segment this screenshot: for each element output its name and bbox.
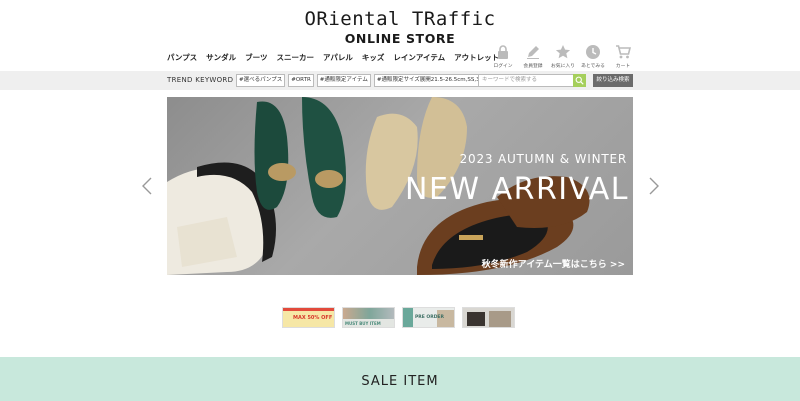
cart-icon bbox=[616, 45, 631, 59]
login-link[interactable]: ログイン bbox=[488, 44, 518, 69]
favorites-label: お気に入り bbox=[551, 64, 575, 69]
search-button[interactable] bbox=[573, 74, 586, 87]
trend-keyword-title: TREND KEYWORD bbox=[167, 76, 234, 84]
chevron-left-icon bbox=[142, 177, 152, 195]
lock-icon bbox=[498, 45, 508, 59]
thumbnail-sale[interactable]: MAX 50% OFF bbox=[282, 307, 335, 328]
sale-section-title: SALE ITEM bbox=[361, 374, 439, 389]
store-logo[interactable]: ORiental TRaffic ONLINE STORE bbox=[0, 8, 800, 47]
nav-item-kids[interactable]: キッズ bbox=[362, 52, 385, 63]
nav-item-sandals[interactable]: サンダル bbox=[206, 52, 236, 63]
nav-item-rain[interactable]: レインアイテム bbox=[393, 52, 445, 63]
cart-label: カート bbox=[615, 64, 631, 69]
favorites-link[interactable]: お気に入り bbox=[548, 44, 578, 69]
register-link[interactable]: 会員登録 bbox=[518, 44, 548, 69]
carousel-prev-button[interactable] bbox=[140, 176, 154, 196]
keyword-tag[interactable]: #通販限定サイズ展開21.5-26.5cm,SS,3L bbox=[373, 74, 486, 87]
nav-item-boots[interactable]: ブーツ bbox=[245, 52, 267, 63]
chevron-right-icon bbox=[649, 177, 659, 195]
sale-section: SALE ITEM bbox=[0, 357, 800, 401]
watch-later-link[interactable]: あとでみる bbox=[578, 44, 608, 69]
search-icon bbox=[575, 76, 584, 85]
pencil-icon bbox=[527, 46, 539, 59]
nav-item-pumps[interactable]: パンプス bbox=[167, 52, 197, 63]
carousel-next-button[interactable] bbox=[647, 176, 661, 196]
clock-icon bbox=[586, 45, 600, 59]
thumbnail-pre-order-text: PRE ORDER bbox=[415, 315, 444, 320]
logo-main-text: ORiental TRaffic bbox=[304, 8, 496, 30]
keyword-tag[interactable]: #選べるパンプス bbox=[236, 74, 286, 87]
refine-search-button[interactable]: 絞り込み検索 bbox=[593, 74, 633, 87]
trend-keyword-tags: #選べるパンプス #ORTR #通販限定アイテム #通販限定サイズ展開21.5-… bbox=[236, 74, 486, 87]
search-input[interactable]: キーワードで検索する bbox=[478, 74, 574, 87]
carousel-thumbnails: MAX 50% OFF MUST BUY ITEM PRE ORDER bbox=[282, 307, 515, 328]
logo-sub-text: ONLINE STORE bbox=[344, 31, 456, 46]
account-icons: ログイン 会員登録 お気に入り あとでみる カート bbox=[488, 44, 638, 69]
thumbnail-sale-text: MAX 50% OFF bbox=[293, 315, 333, 321]
cart-link[interactable]: カート bbox=[608, 44, 638, 69]
hero-title: NEW ARRIVAL bbox=[405, 172, 629, 207]
register-label: 会員登録 bbox=[523, 64, 543, 69]
thumbnail-must-buy-text: MUST BUY ITEM bbox=[345, 321, 381, 326]
star-icon bbox=[555, 45, 571, 59]
trend-keyword-bar: TREND KEYWORD #選べるパンプス #ORTR #通販限定アイテム #… bbox=[0, 71, 800, 90]
watch-later-label: あとでみる bbox=[581, 64, 605, 69]
hero-subtitle: 2023 AUTUMN & WINTER bbox=[459, 152, 627, 166]
login-label: ログイン bbox=[493, 64, 513, 69]
thumbnail-must-buy[interactable]: MUST BUY ITEM bbox=[342, 307, 395, 328]
hero-banner[interactable]: 2023 AUTUMN & WINTER NEW ARRIVAL 秋冬新作アイテ… bbox=[167, 97, 633, 275]
nav-item-apparel[interactable]: アパレル bbox=[323, 52, 353, 63]
keyword-tag[interactable]: #通販限定アイテム bbox=[316, 74, 371, 87]
keyword-tag[interactable]: #ORTR bbox=[288, 74, 314, 87]
nav-item-sneakers[interactable]: スニーカー bbox=[277, 52, 315, 63]
hero-new-items-link[interactable]: 秋冬新作アイテム一覧はこちら >> bbox=[482, 257, 625, 270]
category-nav: パンプス サンダル ブーツ スニーカー アパレル キッズ レインアイテム アウト… bbox=[167, 52, 499, 63]
thumbnail-pre-order[interactable]: PRE ORDER bbox=[402, 307, 455, 328]
thumbnail-shoes[interactable] bbox=[462, 307, 515, 328]
